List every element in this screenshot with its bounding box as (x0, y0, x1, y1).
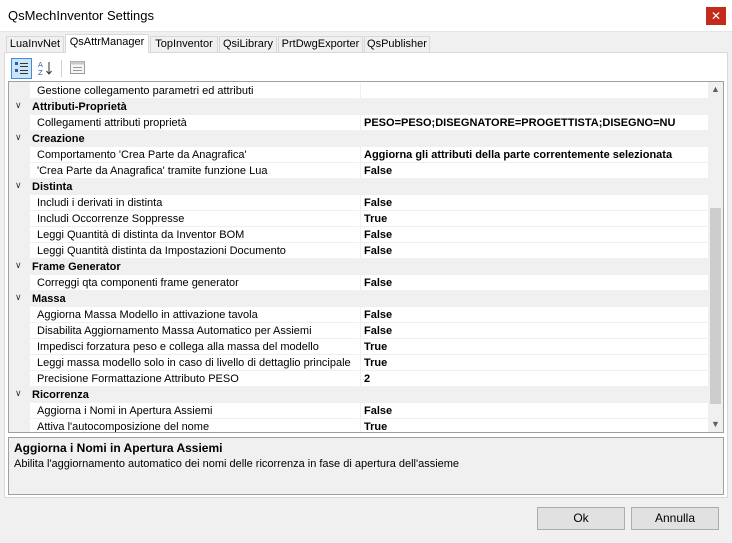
property-value[interactable]: False (360, 163, 709, 179)
chevron-down-icon[interactable]: ∨ (15, 292, 22, 303)
property-name: Precisione Formattazione Attributo PESO (30, 371, 359, 387)
property-name: Includi Occorrenze Soppresse (30, 211, 359, 227)
scroll-up-icon[interactable]: ▲ (708, 82, 723, 97)
grid-category[interactable]: ∨ Attributi-Proprietà (9, 99, 709, 115)
svg-text:Z: Z (38, 69, 43, 76)
grid-row[interactable]: Aggiorna i Nomi in Apertura Assiemi Fals… (9, 403, 709, 419)
property-name: Attiva l'autocomposizione del nome (30, 419, 359, 432)
property-value[interactable]: True (360, 339, 709, 355)
property-name: Leggi massa modello solo in caso di live… (30, 355, 359, 371)
category-label: Creazione (32, 133, 85, 145)
property-grid[interactable]: Gestione collegamento parametri ed attri… (8, 81, 724, 433)
grid-row[interactable]: Leggi massa modello solo in caso di live… (9, 355, 709, 371)
tab-topinventor[interactable]: TopInventor (150, 36, 218, 52)
property-name: Comportamento 'Crea Parte da Anagrafica' (30, 147, 359, 163)
chevron-down-icon[interactable]: ∨ (15, 260, 22, 271)
close-button[interactable]: ✕ (706, 7, 726, 25)
categorized-icon (15, 62, 28, 74)
property-name: Gestione collegamento parametri ed attri… (30, 83, 359, 99)
category-label: Massa (32, 293, 66, 305)
help-title: Aggiorna i Nomi in Apertura Assiemi (14, 441, 223, 455)
property-name: Disabilita Aggiornamento Massa Automatic… (30, 323, 359, 339)
grid-row[interactable]: Collegamenti attributi proprietà PESO=PE… (9, 115, 709, 131)
property-name: Leggi Quantità di distinta da Inventor B… (30, 227, 359, 243)
grid-row[interactable]: Aggiorna Massa Modello in attivazione ta… (9, 307, 709, 323)
cancel-button[interactable]: Annulla (631, 507, 719, 530)
property-value[interactable]: False (360, 323, 709, 339)
alphabetical-button[interactable]: A Z (35, 58, 56, 79)
property-value[interactable]: True (360, 211, 709, 227)
property-value[interactable]: False (360, 275, 709, 291)
category-label: Frame Generator (32, 261, 121, 273)
tab-qsilibrary[interactable]: QsiLibrary (219, 36, 277, 52)
property-name: Leggi Quantità distinta da Impostazioni … (30, 243, 359, 259)
grid-row[interactable]: Leggi Quantità distinta da Impostazioni … (9, 243, 709, 259)
tab-qspublisher[interactable]: QsPublisher (364, 36, 430, 52)
grid-category[interactable]: ∨ Ricorrenza (9, 387, 709, 403)
property-pages-icon (70, 61, 85, 74)
tab-qsattrmanager[interactable]: QsAttrManager (65, 34, 149, 53)
property-grid-toolbar: A Z (9, 56, 725, 80)
property-name: Impedisci forzatura peso e collega alla … (30, 339, 359, 355)
chevron-down-icon[interactable]: ∨ (15, 388, 22, 399)
chevron-down-icon[interactable]: ∨ (15, 100, 22, 111)
tab-luainvnet[interactable]: LuaInvNet (6, 36, 64, 52)
toolbar-separator (61, 60, 62, 77)
property-name: Correggi qta componenti frame generator (30, 275, 359, 291)
window-title: QsMechInventor Settings (8, 8, 154, 23)
property-value[interactable]: PESO=PESO;DISEGNATORE=PROGETTISTA;DISEGN… (360, 115, 709, 131)
chevron-down-icon[interactable]: ∨ (15, 180, 22, 191)
grid-category[interactable]: ∨ Massa (9, 291, 709, 307)
property-value[interactable]: True (360, 419, 709, 432)
grid-row[interactable]: Gestione collegamento parametri ed attri… (9, 83, 709, 99)
svg-text:A: A (38, 61, 43, 69)
categorized-button[interactable] (11, 58, 32, 79)
grid-row[interactable]: Leggi Quantità di distinta da Inventor B… (9, 227, 709, 243)
property-name: 'Crea Parte da Anagrafica' tramite funzi… (30, 163, 359, 179)
grid-row[interactable]: Precisione Formattazione Attributo PESO … (9, 371, 709, 387)
property-value[interactable]: False (360, 307, 709, 323)
property-value[interactable] (360, 83, 709, 99)
property-name: Includi i derivati in distinta (30, 195, 359, 211)
ok-button[interactable]: Ok (537, 507, 625, 530)
grid-row[interactable]: Disabilita Aggiornamento Massa Automatic… (9, 323, 709, 339)
tab-prtdwgexporter[interactable]: PrtDwgExporter (278, 36, 363, 52)
property-value[interactable]: False (360, 403, 709, 419)
help-description: Abilita l'aggiornamento automatico dei n… (14, 458, 460, 470)
property-value[interactable]: Aggiorna gli attributi della parte corre… (360, 147, 709, 163)
grid-row[interactable]: Correggi qta componenti frame generator … (9, 275, 709, 291)
title-bar: QsMechInventor Settings ✕ (0, 0, 732, 32)
property-name: Aggiorna i Nomi in Apertura Assiemi (30, 403, 359, 419)
property-value[interactable]: False (360, 243, 709, 259)
scroll-thumb[interactable] (710, 208, 721, 404)
grid-category[interactable]: ∨ Creazione (9, 131, 709, 147)
property-name: Collegamenti attributi proprietà (30, 115, 359, 131)
property-value[interactable]: False (360, 195, 709, 211)
property-value[interactable]: 2 (360, 371, 709, 387)
sort-az-icon: A Z (38, 61, 52, 77)
property-value[interactable]: False (360, 227, 709, 243)
grid-category[interactable]: ∨ Frame Generator (9, 259, 709, 275)
property-pages-button[interactable] (67, 58, 88, 79)
grid-row[interactable]: Impedisci forzatura peso e collega alla … (9, 339, 709, 355)
category-label: Distinta (32, 181, 73, 193)
grid-row[interactable]: Includi Occorrenze Soppresse True (9, 211, 709, 227)
grid-row[interactable]: Attiva l'autocomposizione del nome True (9, 419, 709, 432)
property-value[interactable]: True (360, 355, 709, 371)
scroll-down-icon[interactable]: ▼ (708, 417, 723, 432)
help-pane: Aggiorna i Nomi in Apertura Assiemi Abil… (8, 437, 724, 495)
grid-category[interactable]: ∨ Distinta (9, 179, 709, 195)
grid-row[interactable]: 'Crea Parte da Anagrafica' tramite funzi… (9, 163, 709, 179)
grid-row[interactable]: Comportamento 'Crea Parte da Anagrafica'… (9, 147, 709, 163)
vertical-scrollbar[interactable]: ▲ ▼ (708, 82, 723, 432)
category-label: Attributi-Proprietà (32, 101, 127, 113)
category-label: Ricorrenza (32, 389, 89, 401)
tab-panel-qsattrmanager: A Z Gestione collegamento parametri ed a… (4, 52, 728, 498)
tab-strip: LuaInvNet QsAttrManager TopInventor QsiL… (4, 34, 728, 53)
grid-row[interactable]: Includi i derivati in distinta False (9, 195, 709, 211)
chevron-down-icon[interactable]: ∨ (15, 132, 22, 143)
property-name: Aggiorna Massa Modello in attivazione ta… (30, 307, 359, 323)
